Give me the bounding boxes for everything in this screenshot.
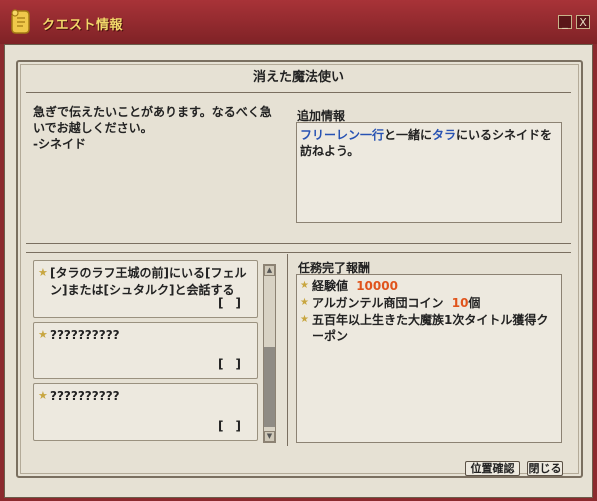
reward-value: 10 — [451, 296, 469, 310]
window-title: クエスト情報 — [42, 18, 124, 33]
star-icon: ★ — [38, 266, 48, 279]
star-icon: ★ — [38, 328, 48, 341]
info-segment: タラ — [432, 128, 457, 142]
close-window-button[interactable]: X — [576, 15, 590, 29]
quest-name: 消えた魔法使い — [252, 70, 344, 85]
scroll-down-icon[interactable]: ▼ — [264, 431, 275, 442]
title-divider — [26, 92, 571, 93]
reward-name: アルガンテル商団コイン — [312, 296, 444, 310]
objective-item[interactable]: ★ ?????????? [ ] — [33, 322, 258, 379]
scroll-icon — [11, 9, 30, 34]
info-segment: と一緒に — [384, 128, 433, 142]
section-divider — [26, 243, 571, 253]
close-button[interactable]: 閉じる — [527, 461, 563, 476]
locate-button[interactable]: 位置確認 — [465, 461, 520, 476]
objective-status: [ ] — [218, 296, 241, 310]
scroll-thumb[interactable] — [264, 347, 275, 427]
objective-text: ?????????? — [50, 389, 120, 403]
objective-status: [ ] — [218, 419, 241, 433]
reward-item: ★ 経験値 10000 — [300, 278, 558, 294]
reward-name: 経験値 — [312, 279, 349, 293]
title-bar[interactable]: クエスト情報 _ X — [0, 0, 597, 44]
star-icon: ★ — [300, 280, 309, 291]
additional-info-text: フリーレン一行と一緒にタラにいるシネイドを訪ねよう。 — [300, 127, 558, 159]
reward-item: ★ アルガンテル商団コイン 10個 — [300, 295, 558, 311]
objective-scrollbar[interactable]: ▲ ▼ — [263, 264, 276, 443]
column-divider — [287, 254, 288, 446]
info-segment: フリーレン一行 — [300, 128, 385, 142]
reward-name: 五百年以上生きた大魔族1次タイトル獲得クーポン — [312, 313, 549, 343]
reward-list: ★ 経験値 10000 ★ アルガンテル商団コイン 10個 ★ 五百年以上生きた… — [300, 278, 558, 345]
objective-list: ★ [タラのラフ王城の前]にいる[フェルン]または[シュタルク]と会話する [ … — [33, 258, 278, 444]
objective-item[interactable]: ★ ?????????? [ ] — [33, 383, 258, 441]
reward-item: ★ 五百年以上生きた大魔族1次タイトル獲得クーポン — [300, 312, 558, 344]
minimize-button[interactable]: _ — [558, 15, 572, 29]
reward-value: 10000 — [356, 279, 398, 293]
star-icon: ★ — [300, 297, 309, 308]
scroll-up-icon[interactable]: ▲ — [264, 265, 275, 276]
quest-info-window: クエスト情報 _ X 消えた魔法使い 急ぎで伝えたいことがあります。なるべく急い… — [0, 0, 597, 501]
quest-message: 急ぎで伝えたいことがあります。なるべく急いでお越しください。 -シネイド — [33, 105, 272, 151]
objective-item[interactable]: ★ [タラのラフ王城の前]にいる[フェルン]または[シュタルク]と会話する [ … — [33, 260, 258, 318]
star-icon: ★ — [38, 389, 48, 402]
star-icon: ★ — [300, 314, 309, 325]
objective-status: [ ] — [218, 357, 241, 371]
reward-suffix: 個 — [468, 296, 481, 310]
objective-text: ?????????? — [50, 328, 120, 342]
